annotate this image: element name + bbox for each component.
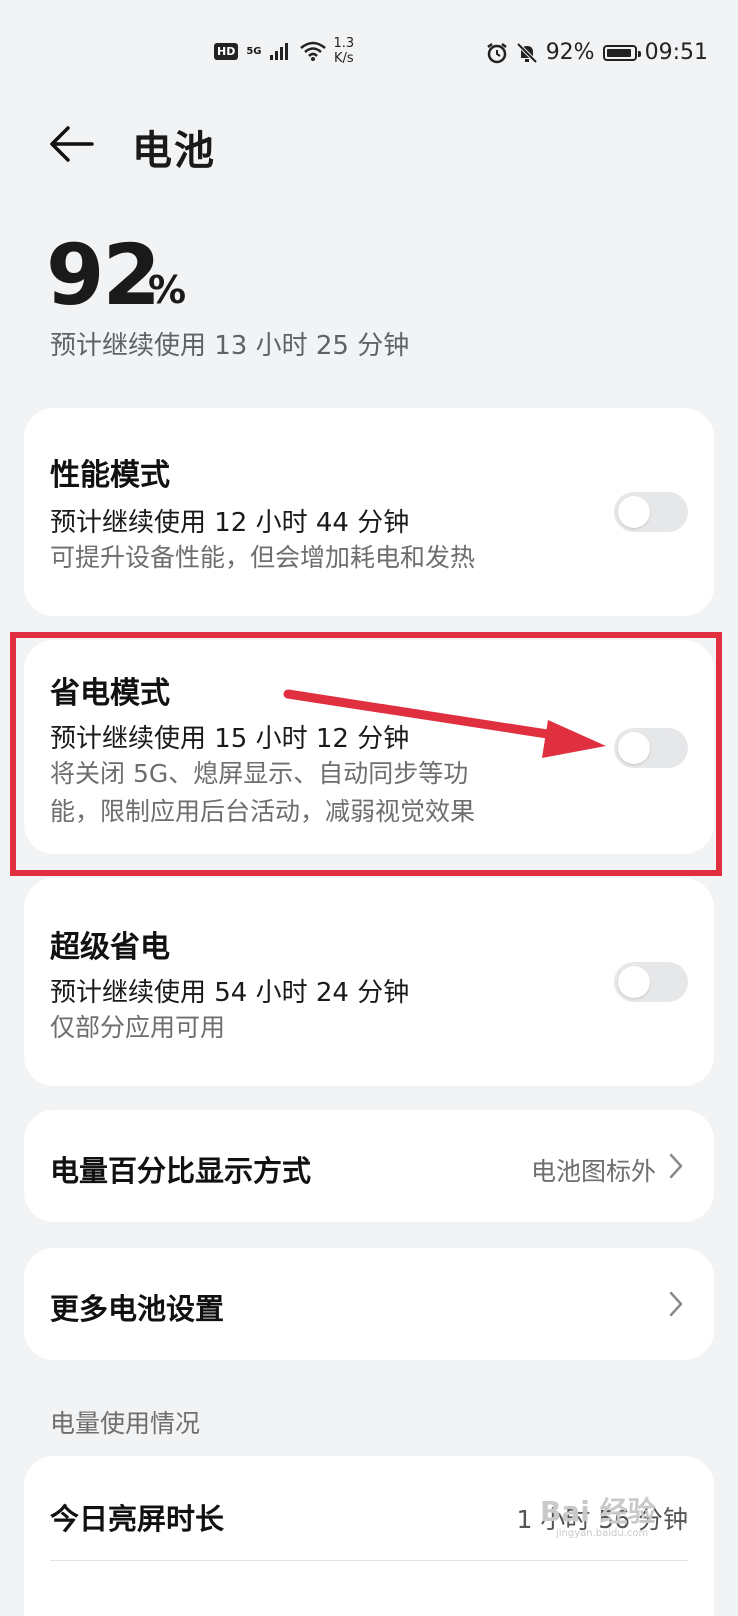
watermark-url: jingyan.baidu.com bbox=[556, 1528, 649, 1539]
mode-title: 超级省电 bbox=[50, 930, 170, 965]
toggle-knob bbox=[618, 496, 650, 528]
speed-value: 1.3 bbox=[333, 36, 355, 51]
usage-section-label: 电量使用情况 bbox=[50, 1409, 201, 1438]
page-title: 电池 bbox=[132, 128, 216, 174]
row-label: 电量百分比显示方式 bbox=[50, 1154, 312, 1188]
mode-estimate: 预计继续使用 54 小时 24 分钟 bbox=[50, 978, 410, 1008]
row-label: 更多电池设置 bbox=[50, 1292, 225, 1326]
annotation-arrow-icon bbox=[283, 689, 606, 758]
status-left: HD 5G 1.3 K/s bbox=[214, 36, 354, 66]
screen-time-label: 今日亮屏时长 bbox=[50, 1502, 225, 1536]
hd-badge: HD bbox=[214, 42, 239, 60]
super-power-saving-card: 超级省电 预计继续使用 54 小时 24 分钟 仅部分应用可用 bbox=[24, 878, 714, 1086]
watermark: Bai 经验 bbox=[540, 1495, 656, 1528]
back-button[interactable] bbox=[46, 116, 106, 176]
network-label: 5G bbox=[246, 45, 262, 57]
mode-title: 性能模式 bbox=[50, 458, 170, 493]
alarm-icon bbox=[486, 42, 507, 63]
back-arrow-icon bbox=[50, 126, 94, 162]
remaining-time: 预计继续使用 13 小时 25 分钟 bbox=[50, 331, 410, 361]
divider bbox=[50, 1560, 688, 1561]
battery-percent: 92% bbox=[545, 40, 595, 65]
status-bar: HD 5G 1.3 K/s 92% 09:51 bbox=[0, 0, 738, 100]
mode-estimate: 预计继续使用 12 小时 44 分钟 bbox=[50, 508, 410, 538]
more-battery-settings-row[interactable]: 更多电池设置 bbox=[24, 1248, 714, 1360]
battery-icon bbox=[602, 44, 641, 61]
battery-fill bbox=[606, 48, 631, 57]
wifi-icon bbox=[299, 41, 326, 61]
mode-description: 可提升设备性能，但会增加耗电和发热 bbox=[50, 543, 476, 572]
toggle-knob bbox=[618, 966, 650, 998]
percent-sign: % bbox=[148, 268, 187, 312]
super-power-saving-toggle[interactable] bbox=[614, 962, 688, 1002]
mode-description: 仅部分应用可用 bbox=[50, 1013, 226, 1042]
battery-percent-large: 92 bbox=[46, 226, 161, 324]
mute-icon bbox=[516, 42, 538, 63]
performance-mode-card: 性能模式 预计继续使用 12 小时 44 分钟 可提升设备性能，但会增加耗电和发… bbox=[24, 408, 714, 616]
chevron-right-icon bbox=[669, 1291, 683, 1317]
percent-display-row[interactable]: 电量百分比显示方式 电池图标外 bbox=[24, 1110, 714, 1222]
row-value: 电池图标外 bbox=[530, 1157, 656, 1186]
chevron-right-icon bbox=[669, 1153, 683, 1179]
status-right: 92% 09:51 bbox=[486, 40, 708, 65]
clock: 09:51 bbox=[644, 40, 708, 65]
speed-unit: K/s bbox=[334, 51, 354, 66]
network-speed: 1.3 K/s bbox=[334, 36, 355, 66]
signal-icon bbox=[269, 43, 288, 60]
performance-mode-toggle[interactable] bbox=[614, 492, 688, 532]
